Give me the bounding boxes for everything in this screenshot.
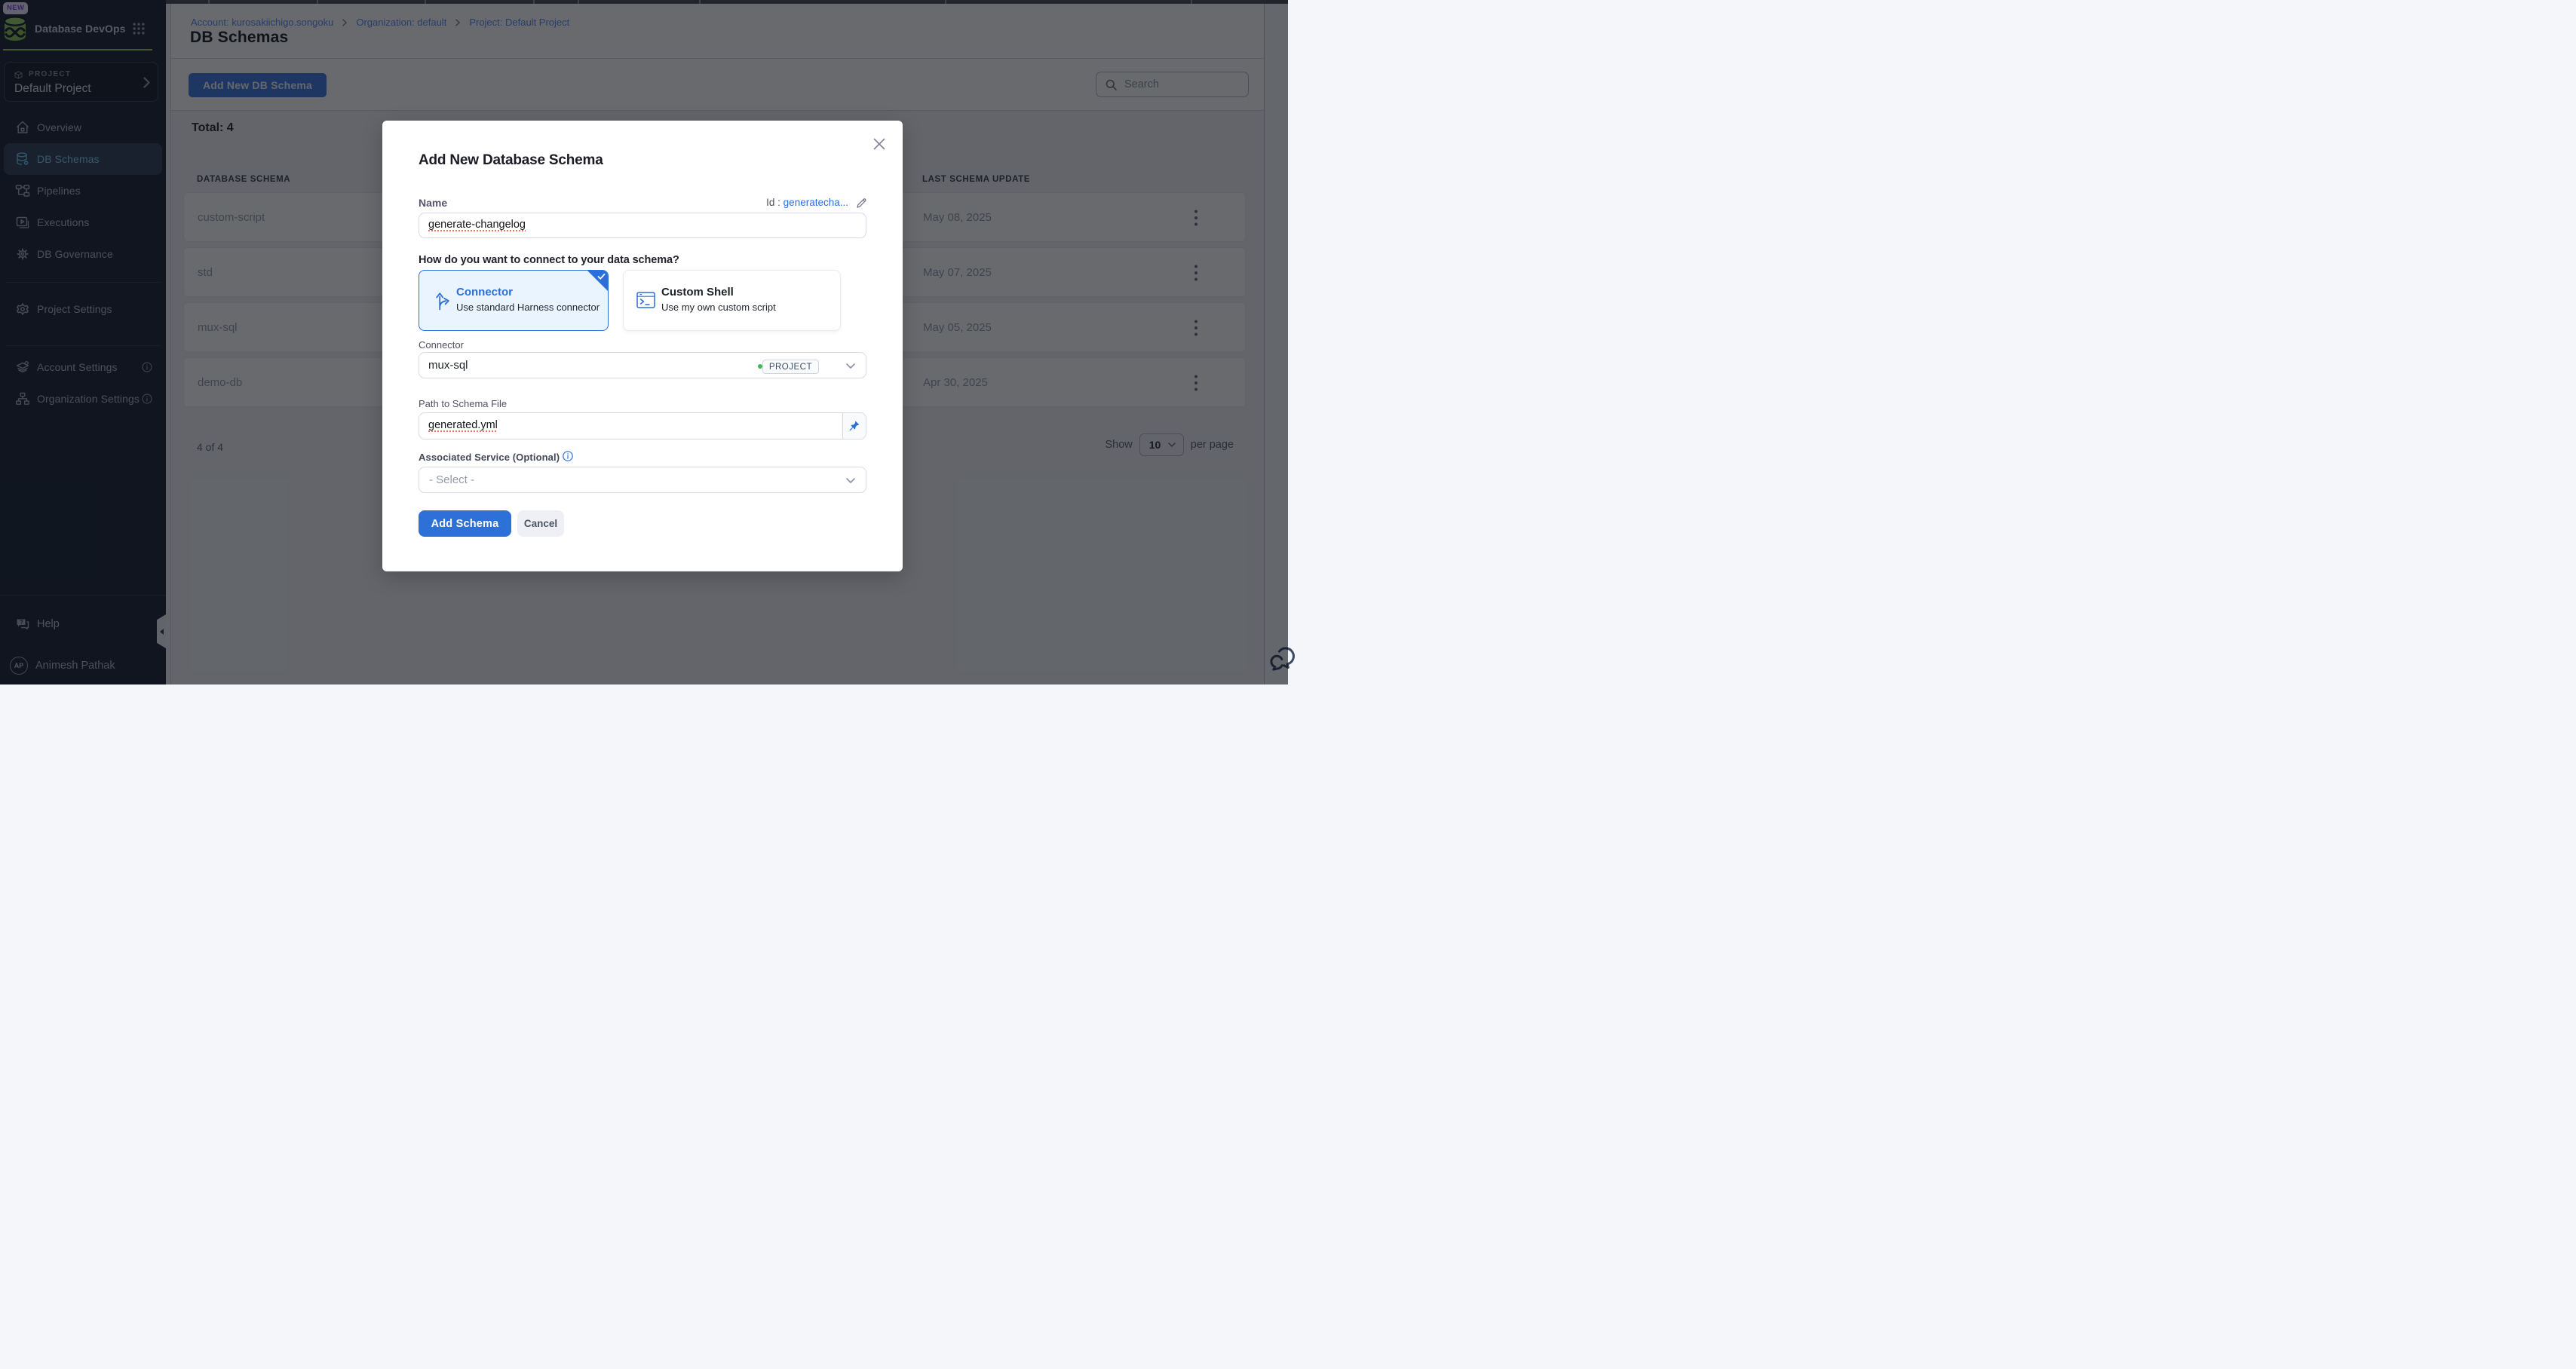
connector-card-desc: Use standard Harness connector	[456, 302, 600, 313]
connector-branch-icon	[435, 291, 451, 311]
connector-card-title: Connector	[456, 286, 513, 299]
connector-label: Connector	[419, 339, 464, 351]
custom-shell-card[interactable]: Custom Shell Use my own custom script	[623, 270, 841, 331]
custom-shell-card-title: Custom Shell	[661, 286, 734, 299]
modal-title: Add New Database Schema	[419, 152, 603, 169]
close-icon[interactable]	[873, 138, 885, 150]
path-label: Path to Schema File	[419, 398, 507, 409]
add-schema-modal: Add New Database Schema Name Id : genera…	[382, 121, 903, 571]
add-schema-button[interactable]: Add Schema	[419, 510, 511, 537]
connector-card[interactable]: Connector Use standard Harness connector	[419, 270, 609, 331]
scope-chip: PROJECT	[762, 360, 819, 374]
cancel-button[interactable]: Cancel	[517, 510, 564, 537]
name-input-value: generate-changelog	[428, 219, 526, 231]
connection-question: How do you want to connect to your data …	[419, 254, 679, 266]
pushpin-icon	[849, 421, 860, 431]
connector-select[interactable]: mux-sql PROJECT	[419, 352, 866, 378]
custom-shell-card-desc: Use my own custom script	[661, 302, 776, 313]
check-icon	[597, 273, 606, 280]
id-line: Id : generatecha...	[766, 197, 848, 208]
connection-type-cards: Connector Use standard Harness connector…	[419, 270, 841, 331]
name-label: Name	[419, 197, 447, 209]
path-input[interactable]: generated.yml	[419, 412, 866, 439]
id-value-link[interactable]: generatecha...	[784, 197, 848, 208]
chevron-down-icon	[846, 478, 855, 483]
pin-button[interactable]	[842, 413, 866, 439]
name-input[interactable]: generate-changelog	[419, 213, 866, 238]
info-icon[interactable]	[563, 451, 573, 461]
associated-service-select[interactable]: - Select -	[419, 467, 866, 493]
terminal-icon	[636, 292, 655, 308]
path-input-value: generated.yml	[428, 419, 498, 431]
associated-service-label: Associated Service (Optional)	[419, 452, 560, 463]
chevron-down-icon	[846, 363, 855, 369]
modal-actions: Add Schema Cancel	[419, 510, 564, 537]
connector-value: mux-sql	[428, 359, 468, 372]
id-prefix: Id :	[766, 197, 780, 208]
edit-id-pencil-icon[interactable]	[857, 198, 866, 208]
associated-service-placeholder: - Select -	[429, 473, 474, 486]
